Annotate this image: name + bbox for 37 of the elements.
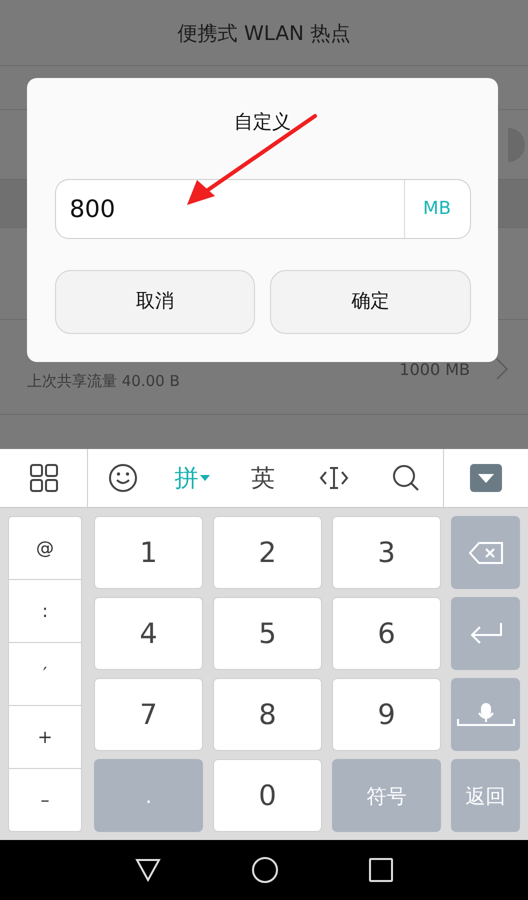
symbol-key[interactable]: : [9, 580, 81, 643]
symbol-key[interactable]: ′ [9, 643, 81, 706]
dialog-button[interactable]: 确定 [270, 270, 470, 334]
number-key[interactable]: 3 [332, 516, 441, 589]
number-key[interactable]: 0 [213, 759, 322, 832]
symbol-key[interactable]: + [9, 706, 81, 769]
keyboard-hide-icon[interactable] [470, 464, 502, 492]
smiley-icon[interactable] [108, 463, 138, 493]
row-subtitle: 上次共享流量 40.00 B [27, 371, 180, 392]
microphone-space-icon [456, 702, 514, 726]
number-key[interactable]: 4 [94, 597, 203, 670]
unit-label: MB [404, 180, 470, 238]
dialog-button[interactable]: 取消 [54, 270, 255, 334]
home-icon[interactable] [251, 856, 279, 884]
backspace-icon [468, 542, 502, 564]
number-key[interactable]: 1 [94, 516, 203, 589]
recent-apps-icon[interactable] [369, 858, 393, 882]
search-icon[interactable] [392, 464, 420, 492]
symbol-key[interactable]: @ [9, 517, 81, 580]
number-key[interactable]: 6 [332, 597, 441, 670]
grid-icon[interactable] [30, 464, 58, 492]
amount-input-field[interactable]: 800 MB [54, 178, 470, 238]
number-key[interactable]: 9 [332, 678, 441, 751]
number-key[interactable]: 5 [213, 597, 322, 670]
dropdown-caret-icon [200, 475, 210, 481]
screen-title: 便携式 WLAN 热点 [178, 20, 350, 46]
number-key[interactable]: 8 [213, 678, 322, 751]
number-key[interactable]: 2 [213, 516, 322, 589]
input-mode-tab[interactable]: 英 [251, 460, 275, 496]
chevron-right-icon [496, 358, 508, 380]
row-value: 1000 MB [399, 359, 470, 381]
cursor-icon[interactable] [319, 466, 349, 490]
number-key[interactable]: 7 [94, 678, 203, 751]
back-icon[interactable] [135, 858, 161, 882]
symbol-key[interactable]: – [9, 769, 81, 831]
dialog-title: 自定义 [234, 110, 291, 135]
enter-icon [468, 622, 502, 646]
